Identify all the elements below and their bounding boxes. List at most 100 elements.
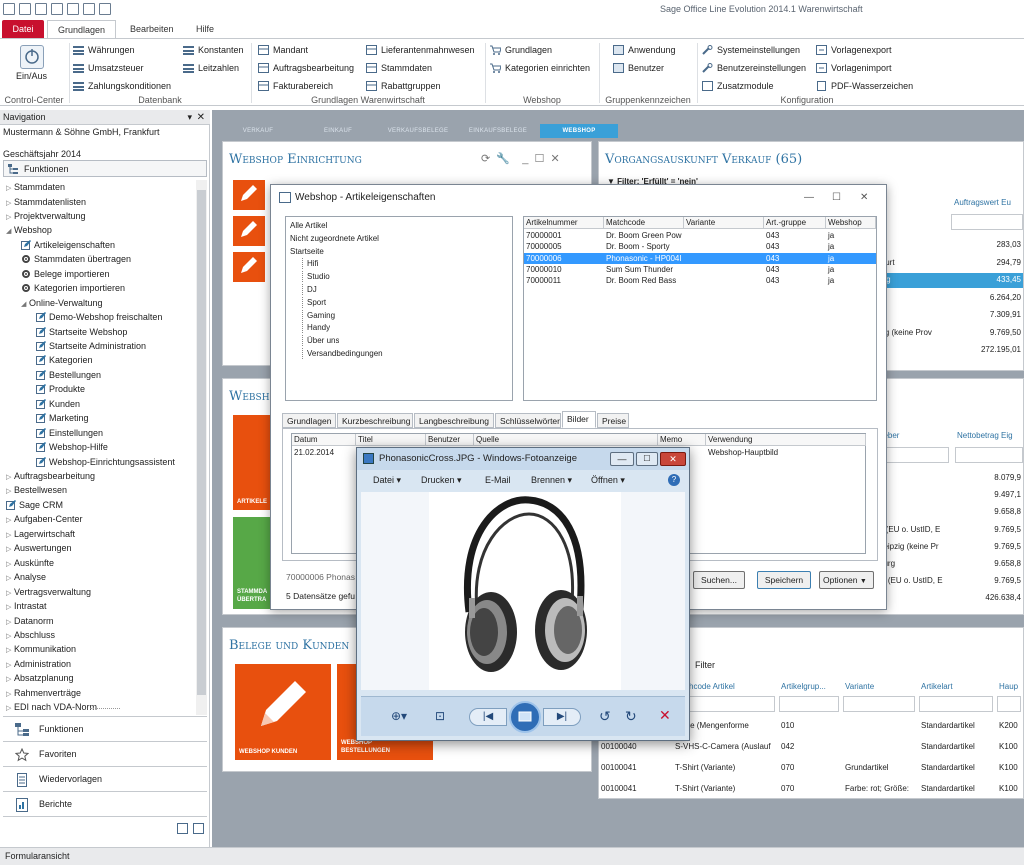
article-row[interactable]: 70000001 Dr. Boom Green Pow 043 ja: [524, 230, 876, 241]
category-item[interactable]: Startseite: [288, 246, 324, 257]
vorlagenimport-button[interactable]: Vorlagenimport: [816, 60, 892, 76]
tab-schlüsselwörter[interactable]: Schlüsselwörter: [495, 413, 561, 428]
tools-icon[interactable]: [83, 3, 95, 15]
category-item[interactable]: Nicht zugeordnete Artikel: [288, 233, 379, 244]
tab-grundlagen[interactable]: Grundlagen: [282, 413, 336, 428]
article-row[interactable]: 70000005 Dr. Boom - Sporty 043 ja: [524, 241, 876, 252]
tree-item[interactable]: ▷ Analyse: [6, 570, 46, 584]
tree-item[interactable]: Kategorien: [36, 353, 93, 367]
column-header[interactable]: Memo: [658, 434, 706, 446]
column-header[interactable]: Webshop: [826, 217, 876, 229]
tree-item[interactable]: ▷ Projektverwaltung: [6, 209, 86, 223]
tree-item[interactable]: Startseite Administration: [36, 339, 146, 353]
app-icon[interactable]: [3, 3, 15, 15]
column-header[interactable]: Art.-gruppe: [764, 217, 826, 229]
column-header[interactable]: Variante: [845, 680, 874, 694]
print-icon[interactable]: [51, 3, 63, 15]
tree-item[interactable]: ▷ Stammdatenlisten: [6, 195, 86, 209]
save-icon[interactable]: [19, 3, 31, 15]
rabattgruppen-button[interactable]: Rabattgruppen: [366, 78, 441, 94]
tab-webshop[interactable]: WEBSHOP: [540, 124, 618, 138]
tree-item[interactable]: ▷ Auftragsbearbeitung: [6, 469, 95, 483]
benutzereinstellungen-button[interactable]: Benutzereinstellungen: [702, 60, 806, 76]
stammdaten-button[interactable]: Stammdaten: [366, 60, 432, 76]
expander-icon[interactable]: ▷: [6, 702, 14, 716]
layout-icon[interactable]: [99, 3, 111, 15]
column-header[interactable]: Verwendung: [706, 434, 866, 446]
close-icon[interactable]: ✕: [197, 110, 205, 125]
optionen-button[interactable]: Optionen ▼: [819, 571, 874, 589]
delete-icon[interactable]: ✕: [659, 707, 671, 724]
next-icon[interactable]: ▶|: [543, 708, 581, 726]
tree-item[interactable]: ▷ Bestellwesen: [6, 483, 67, 497]
tab-verkauf[interactable]: VERKAUF: [218, 124, 298, 138]
tree-item[interactable]: ▷ EDI nach VDA-Norm: [6, 700, 97, 714]
category-item[interactable]: Handy: [302, 322, 330, 334]
tree-item[interactable]: ▷ Rahmenverträge: [6, 686, 81, 700]
dropdown-icon[interactable]: ▾: [187, 110, 192, 125]
nav-berichte-button[interactable]: Berichte: [3, 791, 207, 816]
auftragsbearbeitung-button[interactable]: Auftragsbearbeitung: [258, 60, 354, 76]
slideshow-icon[interactable]: [509, 701, 541, 733]
tree-item[interactable]: ▷ Auskünfte: [6, 556, 54, 570]
edit-tile-1[interactable]: [233, 180, 265, 210]
actual-size-icon[interactable]: ⊡: [435, 709, 445, 723]
expander-icon[interactable]: ◢: [21, 298, 29, 312]
expand-icon[interactable]: [193, 823, 204, 834]
tree-item[interactable]: ▷ Kommunikation: [6, 642, 76, 656]
tree-item[interactable]: ▷ Stammdaten: [6, 180, 65, 194]
tree-item[interactable]: Artikeleigenschaften: [21, 238, 115, 252]
category-item[interactable]: Sport: [302, 296, 326, 308]
category-item[interactable]: Über uns: [302, 335, 339, 347]
column-header[interactable]: Quelle: [474, 434, 658, 446]
waehrungen-button[interactable]: Währungen: [73, 42, 135, 58]
category-item[interactable]: Versandbedingungen: [302, 348, 383, 359]
nav-funktionen-button[interactable]: Funktionen: [3, 716, 207, 741]
column-header[interactable]: Titel: [356, 434, 426, 446]
lieferantenmahnwesen-button[interactable]: Lieferantenmahnwesen: [366, 42, 475, 58]
tree-item[interactable]: ▷ Vertragsverwaltung: [6, 585, 91, 599]
column-header[interactable]: Artikelnummer: [524, 217, 604, 229]
rotate-right-icon[interactable]: ↻: [625, 708, 637, 725]
minimize-icon[interactable]: _: [522, 153, 528, 165]
filter-input[interactable]: [843, 696, 915, 712]
tab-verkaufsbelege[interactable]: VERKAUFSBELEGE: [378, 124, 458, 138]
edit-tile-2[interactable]: [233, 216, 265, 246]
tree-item[interactable]: Marketing: [36, 411, 89, 425]
tree-item[interactable]: ▷ Datanorm: [6, 614, 54, 628]
anwendung-button[interactable]: Anwendung: [613, 42, 676, 58]
menu-datei[interactable]: Datei ▾: [373, 475, 401, 486]
column-header[interactable]: Artikelgrup...: [781, 680, 826, 694]
category-item[interactable]: Hifi: [302, 258, 319, 270]
filter-input[interactable]: [997, 696, 1021, 712]
menu-drucken[interactable]: Drucken ▾: [421, 475, 462, 486]
tree-item[interactable]: ◢ Online-Verwaltung: [21, 296, 103, 310]
speichern-button[interactable]: Speichern: [757, 571, 811, 589]
tree-item[interactable]: Stammdaten übertragen: [21, 252, 131, 266]
column-header[interactable]: Haup: [999, 680, 1018, 694]
tree-item[interactable]: ▷ Administration: [6, 657, 71, 671]
menu-brennen[interactable]: Brennen ▾: [531, 475, 572, 486]
minimize-icon[interactable]: —: [804, 185, 814, 211]
nav-scrollbar[interactable]: [196, 180, 207, 715]
tab-kurzbeschreibung[interactable]: Kurzbeschreibung: [337, 413, 413, 428]
tree-item[interactable]: Sage CRM: [6, 498, 63, 512]
rotate-left-icon[interactable]: ↺: [599, 708, 611, 725]
webshop-grundlagen-button[interactable]: Grundlagen: [490, 42, 552, 58]
tree-item[interactable]: Kategorien importieren: [21, 281, 125, 295]
article-row[interactable]: 70000006 Phonasonic - HP004I 043 ja: [524, 252, 876, 264]
close-icon[interactable]: ✕: [551, 153, 560, 165]
artikel-tile[interactable]: ARTIKELE: [233, 415, 273, 510]
kategorien-einrichten-button[interactable]: Kategorien einrichten: [490, 60, 590, 76]
pdf-wasserzeichen-button[interactable]: PDF-Wasserzeichen: [816, 78, 913, 94]
column-header[interactable]: Datum: [292, 434, 356, 446]
tab-langbeschreibung[interactable]: Langbeschreibung: [414, 413, 494, 428]
column-header[interactable]: hcode Artikel: [689, 680, 735, 694]
tab-bearbeiten[interactable]: Bearbeiten: [124, 20, 180, 38]
tree-item[interactable]: Webshop-Hilfe: [36, 440, 108, 454]
tree-item[interactable]: Produkte: [36, 382, 85, 396]
calculator-icon[interactable]: [67, 3, 79, 15]
tree-item[interactable]: Belege importieren: [21, 267, 110, 281]
fakturabereich-button[interactable]: Fakturabereich: [258, 78, 333, 94]
tab-hilfe[interactable]: Hilfe: [190, 20, 220, 38]
